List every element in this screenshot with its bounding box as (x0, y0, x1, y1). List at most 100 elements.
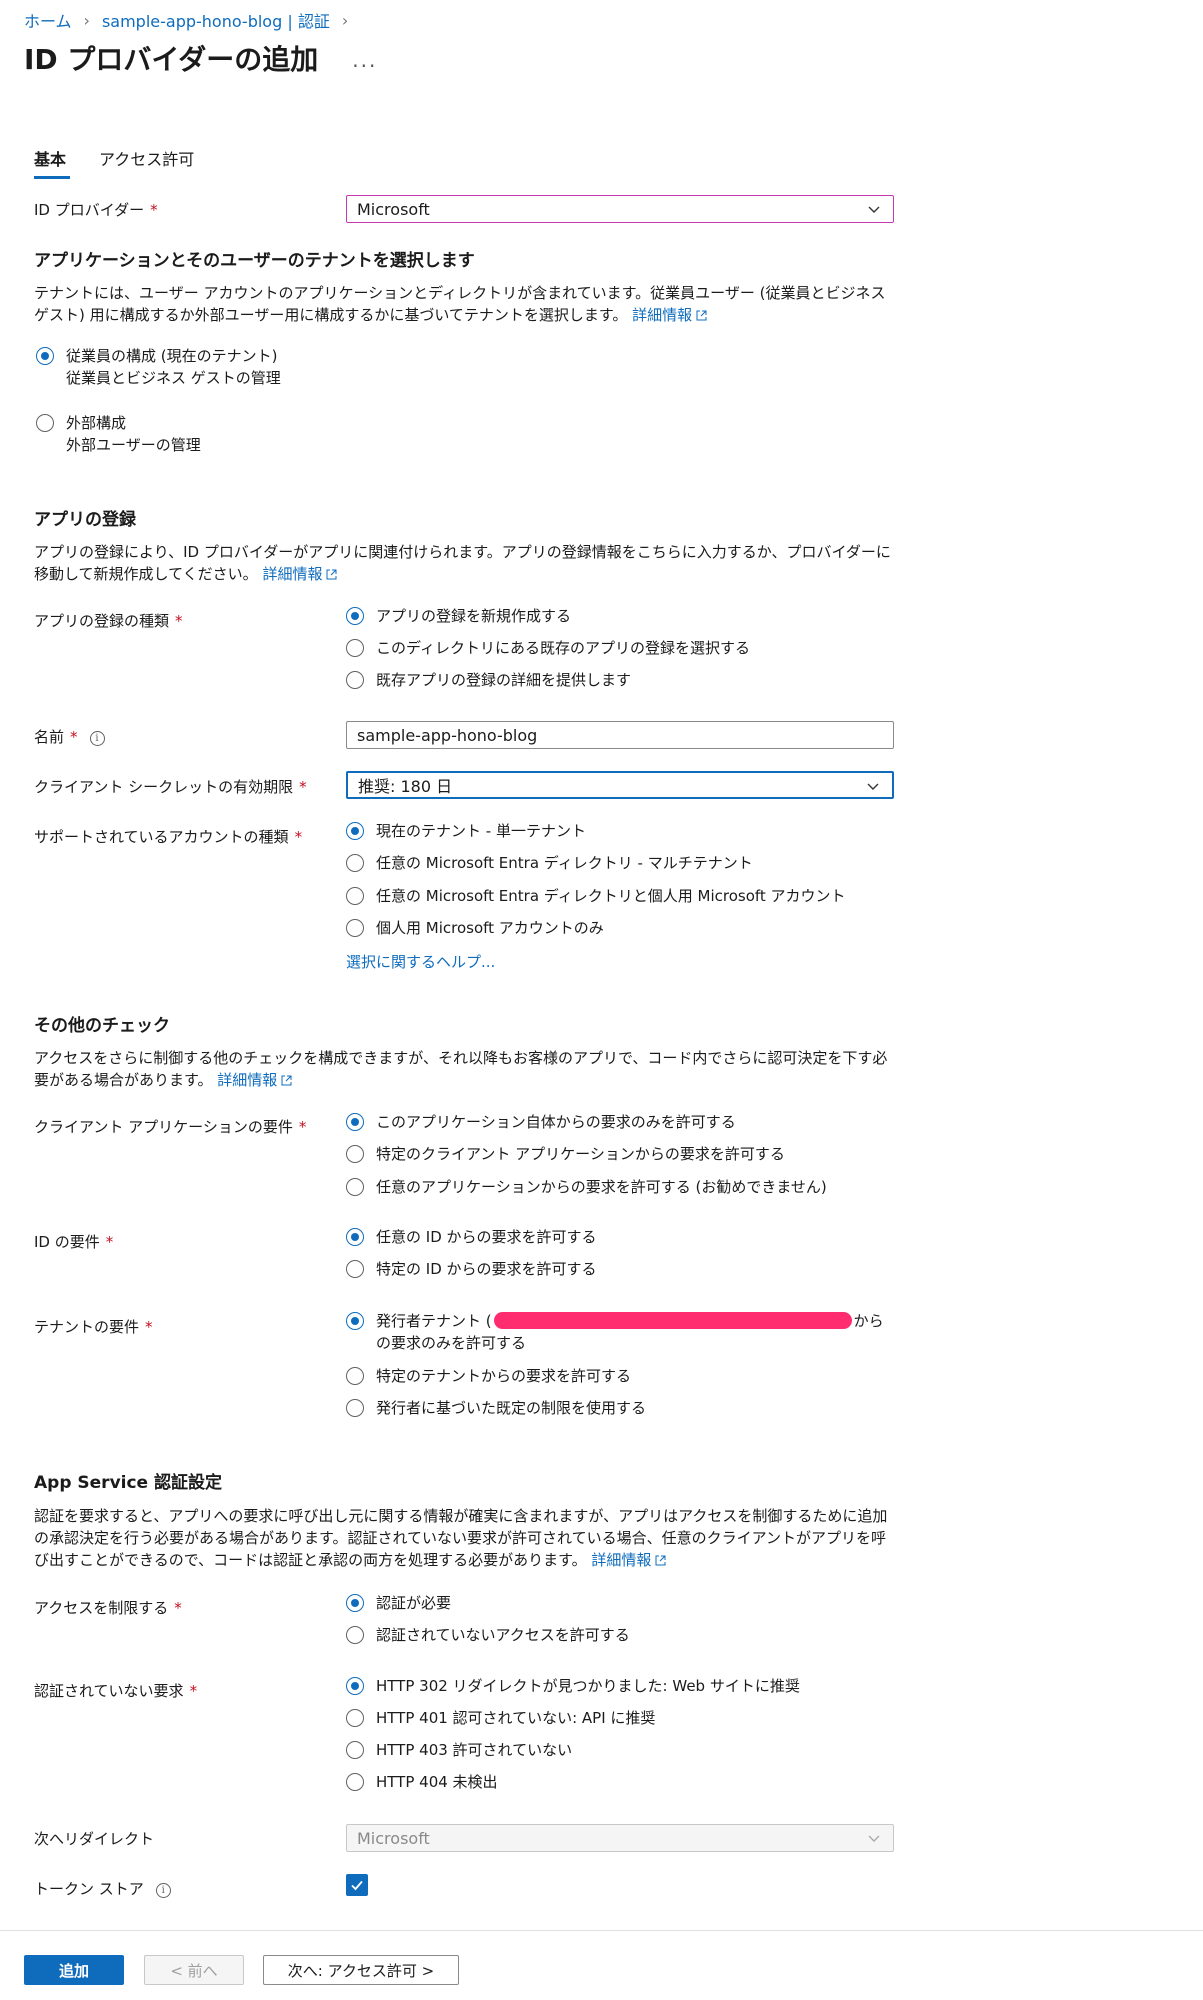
id-provider-value: Microsoft (357, 199, 430, 219)
breadcrumb-app-link[interactable]: sample-app-hono-blog | 認証 (102, 8, 330, 32)
radio-unselected[interactable] (346, 1399, 364, 1417)
radio-unselected[interactable] (346, 1773, 364, 1791)
required-marker: * (70, 728, 78, 746)
tab-permissions[interactable]: アクセス許可 (99, 146, 194, 170)
radio-selected[interactable] (346, 1312, 364, 1330)
tenant-option-external[interactable]: 外部構成 外部ユーザーの管理 (36, 413, 201, 455)
unauth-option-302[interactable]: HTTP 302 リダイレクトが見つかりました: Web サイトに推奨 (346, 1676, 800, 1696)
tenant-req-option-issuer[interactable]: 発行者テナント (から の要求のみを許可する (346, 1311, 884, 1353)
redirect-label: 次へリダイレクト (34, 1830, 155, 1848)
radio-selected[interactable] (36, 347, 54, 365)
app-reg-learn-more-link[interactable]: 詳細情報 (262, 565, 337, 583)
radio-selected[interactable] (346, 1228, 364, 1246)
app-reg-type-option-details[interactable]: 既存アプリの登録の詳細を提供します (346, 670, 631, 690)
restrict-option-allow[interactable]: 認証されていないアクセスを許可する (346, 1625, 630, 1645)
add-button[interactable]: 追加 (24, 1955, 124, 1985)
breadcrumb-home-link[interactable]: ホーム (24, 8, 72, 32)
radio-unselected[interactable] (36, 414, 54, 432)
token-store-checkbox[interactable] (346, 1874, 368, 1896)
info-icon[interactable]: i (89, 731, 105, 746)
chevron-right-icon: › (341, 10, 349, 30)
radio-unselected[interactable] (346, 1741, 364, 1759)
tenant-option-workforce-sub: 従業員とビジネス ゲストの管理 (66, 369, 281, 387)
tenant-req-option-default[interactable]: 発行者に基づいた既定の制限を使用する (346, 1398, 646, 1418)
app-reg-type-label-text: アプリの登録の種類 (34, 612, 170, 630)
tenant-section-title: アプリケーションとそのユーザーのテナントを選択します (34, 251, 475, 271)
info-icon[interactable]: i (155, 1883, 171, 1898)
client-req-option-any[interactable]: 任意のアプリケーションからの要求を許可する (お勧めできません) (346, 1177, 827, 1197)
radio-unselected[interactable] (346, 854, 364, 872)
radio-selected[interactable] (346, 607, 364, 625)
redacted-tenant-id (493, 1312, 852, 1329)
radio-unselected[interactable] (346, 639, 364, 657)
auth-section-title: App Service 認証設定 (34, 1473, 223, 1493)
unauth-option-404-text: HTTP 404 未検出 (376, 1773, 498, 1791)
unauth-option-404[interactable]: HTTP 404 未検出 (346, 1772, 498, 1792)
tab-active-indicator (34, 176, 70, 179)
radio-unselected[interactable] (346, 671, 364, 689)
tenant-req-option-specific[interactable]: 特定のテナントからの要求を許可する (346, 1366, 631, 1386)
previous-button[interactable]: < 前へ (144, 1955, 244, 1985)
account-option-single[interactable]: 現在のテナント - 単一テナント (346, 821, 586, 841)
account-option-multi[interactable]: 任意の Microsoft Entra ディレクトリ - マルチテナント (346, 853, 753, 873)
id-req-option-specific[interactable]: 特定の ID からの要求を許可する (346, 1259, 597, 1279)
id-provider-label-text: ID プロバイダー (34, 201, 145, 219)
tenant-option-workforce-title: 従業員の構成 (現在のテナント) (66, 347, 278, 365)
radio-unselected[interactable] (346, 1367, 364, 1385)
restrict-option-required[interactable]: 認証が必要 (346, 1593, 451, 1613)
tenant-req-label-text: テナントの要件 (34, 1318, 140, 1336)
radio-unselected[interactable] (346, 1178, 364, 1196)
learn-more-text: 詳細情報 (632, 306, 693, 324)
required-marker: * (294, 828, 303, 846)
tenant-option-external-text: 外部構成 外部ユーザーの管理 (66, 413, 201, 455)
tenant-option-workforce[interactable]: 従業員の構成 (現在のテナント) 従業員とビジネス ゲストの管理 (36, 346, 281, 388)
id-provider-label: ID プロバイダー * (34, 199, 158, 220)
radio-unselected[interactable] (346, 1145, 364, 1163)
unauth-option-403[interactable]: HTTP 403 許可されていない (346, 1740, 572, 1760)
app-reg-type-option-existing[interactable]: このディレクトリにある既存のアプリの登録を選択する (346, 638, 750, 658)
radio-selected[interactable] (346, 822, 364, 840)
tenant-req-option-issuer-text: 発行者テナント (から の要求のみを許可する (376, 1311, 884, 1353)
client-req-option-any-text: 任意のアプリケーションからの要求を許可する (お勧めできません) (376, 1178, 827, 1196)
unauth-option-401[interactable]: HTTP 401 認可されていない: API に推奨 (346, 1708, 655, 1728)
id-req-option-any[interactable]: 任意の ID からの要求を許可する (346, 1227, 597, 1247)
radio-unselected[interactable] (346, 1626, 364, 1644)
account-option-multi-text: 任意の Microsoft Entra ディレクトリ - マルチテナント (376, 854, 753, 872)
next-permissions-button[interactable]: 次へ: アクセス許可 > (263, 1955, 459, 1985)
tenant-description-text: テナントには、ユーザー アカウントのアプリケーションとディレクトリが含まれていま… (34, 284, 886, 324)
app-reg-type-option-new[interactable]: アプリの登録を新規作成する (346, 606, 571, 626)
unauth-requests-label: 認証されていない要求 * (34, 1680, 197, 1701)
radio-unselected[interactable] (346, 1260, 364, 1278)
radio-unselected[interactable] (346, 887, 364, 905)
name-input[interactable]: sample-app-hono-blog (346, 721, 894, 749)
tenant-learn-more-link[interactable]: 詳細情報 (632, 306, 707, 324)
learn-more-text: 詳細情報 (217, 1071, 278, 1089)
client-req-option-self[interactable]: このアプリケーション自体からの要求のみを許可する (346, 1112, 736, 1132)
page-title: ID プロバイダーの追加 (24, 43, 319, 76)
secret-expiry-dropdown[interactable]: 推奨: 180 日 (346, 771, 894, 799)
restrict-access-label-text: アクセスを制限する (34, 1599, 169, 1617)
account-option-personal[interactable]: 個人用 Microsoft アカウントのみ (346, 918, 604, 938)
client-req-option-specific[interactable]: 特定のクライアント アプリケーションからの要求を許可する (346, 1144, 785, 1164)
radio-selected[interactable] (346, 1677, 364, 1695)
account-help-link[interactable]: 選択に関するヘルプ... (346, 951, 495, 972)
radio-selected[interactable] (346, 1113, 364, 1131)
required-marker: * (298, 1118, 307, 1136)
id-provider-dropdown[interactable]: Microsoft (346, 195, 894, 223)
radio-unselected[interactable] (346, 919, 364, 937)
learn-more-text: 詳細情報 (262, 565, 323, 583)
checkmark-icon (351, 1880, 363, 1891)
required-marker: * (299, 778, 307, 796)
account-option-personal-text: 個人用 Microsoft アカウントのみ (376, 919, 604, 937)
auth-learn-more-link[interactable]: 詳細情報 (591, 1551, 666, 1569)
radio-selected[interactable] (346, 1594, 364, 1612)
more-options-button[interactable]: ... (352, 48, 377, 72)
tab-basic[interactable]: 基本 (34, 146, 66, 170)
account-option-multi-personal[interactable]: 任意の Microsoft Entra ディレクトリと個人用 Microsoft… (346, 886, 846, 906)
checks-section-title: その他のチェック (34, 1016, 170, 1036)
unauth-option-302-text: HTTP 302 リダイレクトが見つかりました: Web サイトに推奨 (376, 1677, 800, 1695)
external-link-icon (281, 1075, 292, 1086)
checks-learn-more-link[interactable]: 詳細情報 (217, 1071, 292, 1089)
secret-expiry-label-text: クライアント シークレットの有効期限 (34, 778, 294, 796)
radio-unselected[interactable] (346, 1709, 364, 1727)
